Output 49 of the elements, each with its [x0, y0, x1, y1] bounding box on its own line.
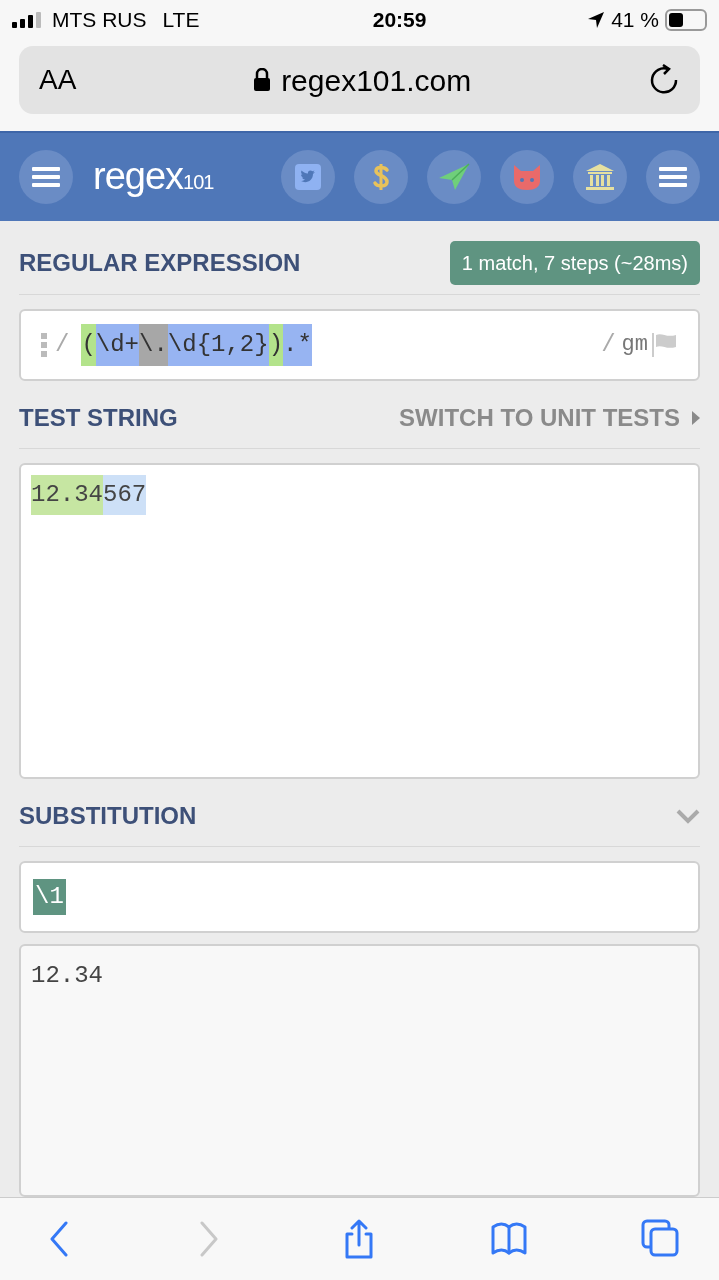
- lock-icon: [253, 68, 272, 92]
- test-string-field[interactable]: 12.34567: [19, 462, 700, 779]
- header-icon-button[interactable]: [646, 149, 700, 204]
- header-icon-button[interactable]: [281, 149, 335, 204]
- section-title: REGULAR EXPRESSION: [19, 248, 301, 279]
- bird-icon: [295, 163, 321, 190]
- chevron-icon[interactable]: [676, 808, 700, 825]
- address-bar[interactable]: AA regex101.com: [19, 46, 700, 114]
- regex-input-field[interactable]: / (\d+\.\d{1,2}).* / gm: [19, 308, 700, 381]
- carrier-name: MTS RUS: [52, 7, 147, 34]
- menu-icon: [32, 165, 60, 188]
- regex-flags[interactable]: gm: [621, 328, 648, 362]
- battery-icon: [665, 9, 707, 31]
- regex-token: \d+: [95, 323, 140, 366]
- tabs-icon: [641, 1218, 679, 1259]
- caret-icon: [692, 411, 700, 426]
- flags-delimiter: /: [601, 329, 616, 360]
- regex-token: .*: [283, 323, 312, 366]
- url-text: regex101.com: [281, 62, 472, 99]
- header-icon-button[interactable]: [573, 149, 627, 204]
- match-highlight: 12.34: [31, 474, 103, 515]
- bank-icon: [584, 161, 616, 192]
- cat-face-icon: [511, 162, 543, 191]
- section-title: TEST STRING: [19, 403, 178, 434]
- header-icon-button[interactable]: [19, 149, 73, 204]
- regex-token: \.: [139, 323, 168, 366]
- forward-icon: [200, 1220, 219, 1257]
- regex-delimiter: /: [55, 329, 70, 360]
- substitution-result: 12.34: [31, 961, 103, 989]
- network-type: LTE: [162, 7, 200, 34]
- regex-token: (: [81, 323, 96, 366]
- menu-icon: [659, 165, 687, 188]
- clock: 20:59: [371, 7, 428, 34]
- drag-handle-icon: [41, 332, 47, 357]
- substitution-token: \1: [33, 878, 66, 915]
- paper-plane-icon: [437, 161, 471, 192]
- header-icon-button[interactable]: [354, 149, 408, 204]
- reload-icon[interactable]: [648, 64, 680, 96]
- regex-token: \d{1,2}: [167, 323, 269, 366]
- location-arrow-icon: [587, 11, 606, 29]
- match-highlight: 567: [103, 474, 147, 515]
- header-icon-button[interactable]: [427, 149, 481, 204]
- site-logo[interactable]: regex101: [93, 148, 281, 206]
- text-size-button[interactable]: AA: [39, 59, 77, 101]
- section-title: SUBSTITUTION: [19, 801, 197, 832]
- battery-percent: 41 %: [611, 7, 659, 34]
- dollar-icon: [372, 161, 390, 192]
- back-icon: [50, 1220, 68, 1257]
- match-info-badge: 1 match, 7 steps (~28ms): [449, 241, 700, 286]
